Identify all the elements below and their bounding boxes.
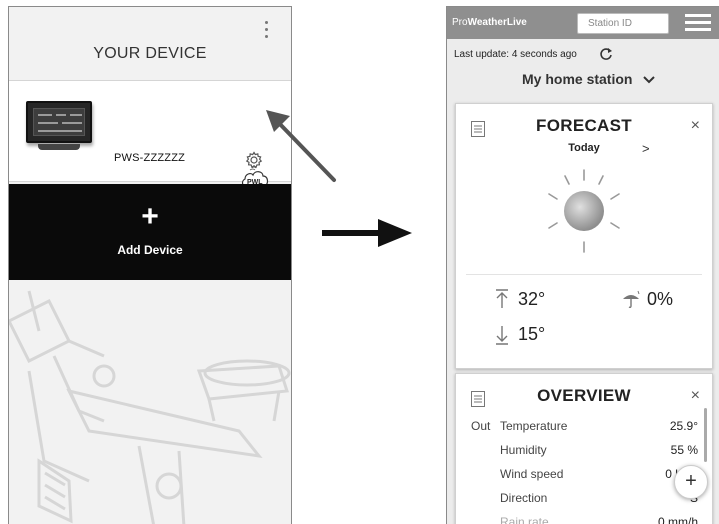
weather-display-image bbox=[26, 101, 92, 143]
row-label: Wind speed bbox=[500, 467, 564, 481]
add-device-button[interactable]: + Add Device bbox=[9, 184, 291, 280]
plus-icon: + bbox=[141, 200, 159, 233]
arrow-down-icon bbox=[496, 326, 508, 345]
gear-icon[interactable] bbox=[245, 151, 263, 169]
device-list-screen: YOUR DEVICE PWL PWS-ZZZZZZ + Add Device bbox=[8, 6, 292, 524]
rain-probability: 0% bbox=[647, 289, 674, 309]
brand-logo[interactable]: ProWeatherLive bbox=[452, 17, 527, 28]
divider bbox=[466, 274, 702, 275]
close-icon[interactable]: × bbox=[691, 117, 700, 135]
device-card[interactable]: PWL PWS-ZZZZZZ bbox=[9, 80, 291, 188]
overview-row: Rain rate 0 mm/h bbox=[456, 515, 712, 524]
overview-card: OVERVIEW × Out Temperature 25.9° Humidit… bbox=[455, 373, 713, 524]
forecast-day: Today bbox=[568, 142, 600, 154]
row-label: Humidity bbox=[500, 443, 547, 457]
row-prefix: Out bbox=[471, 419, 491, 433]
hamburger-menu-icon[interactable] bbox=[685, 14, 711, 33]
row-label: Temperature bbox=[500, 419, 568, 433]
pointer-arrow bbox=[266, 110, 336, 182]
station-selector[interactable]: My home station bbox=[522, 71, 632, 87]
overview-row: Out Temperature 25.9° bbox=[456, 419, 712, 441]
display-stand bbox=[38, 144, 80, 150]
row-label: Direction bbox=[500, 491, 548, 505]
next-day-button[interactable]: > bbox=[642, 141, 650, 156]
row-value: 0 mm/h bbox=[657, 515, 698, 524]
transition-arrow bbox=[322, 219, 412, 247]
more-vert-icon[interactable] bbox=[263, 21, 269, 43]
close-icon[interactable]: × bbox=[691, 387, 700, 405]
row-label: Rain rate bbox=[500, 515, 549, 524]
row-value: 55 % bbox=[670, 443, 698, 457]
forecast-card: FORECAST × Today > 32° 0% 15° bbox=[455, 103, 713, 369]
umbrella-icon bbox=[623, 290, 640, 308]
arrow-up-icon bbox=[496, 289, 508, 308]
sun-icon bbox=[548, 169, 620, 253]
header: YOUR DEVICE bbox=[9, 7, 291, 79]
low-temperature: 15° bbox=[518, 324, 546, 344]
chevron-down-icon[interactable] bbox=[643, 75, 655, 84]
dashboard-screen: ProWeatherLive Station ID Last update: 4… bbox=[446, 6, 719, 524]
weather-station-illustration bbox=[9, 290, 291, 524]
overview-row: Humidity 55 % bbox=[456, 443, 712, 465]
add-device-label: Add Device bbox=[117, 243, 183, 257]
high-temperature: 32° bbox=[518, 289, 546, 309]
overview-title: OVERVIEW bbox=[537, 386, 631, 405]
overview-row: Direction S bbox=[456, 491, 712, 513]
page-title: YOUR DEVICE bbox=[93, 45, 207, 62]
station-id-input[interactable]: Station ID bbox=[577, 13, 669, 34]
top-bar: ProWeatherLive Station ID bbox=[447, 7, 719, 39]
add-widget-button[interactable]: + bbox=[674, 465, 708, 499]
last-update-text: Last update: 4 seconds ago bbox=[454, 49, 577, 60]
row-value: 25.9° bbox=[669, 419, 698, 433]
refresh-icon[interactable] bbox=[599, 47, 613, 61]
device-name: PWS-ZZZZZZ bbox=[114, 152, 186, 164]
forecast-title: FORECAST bbox=[536, 116, 632, 135]
